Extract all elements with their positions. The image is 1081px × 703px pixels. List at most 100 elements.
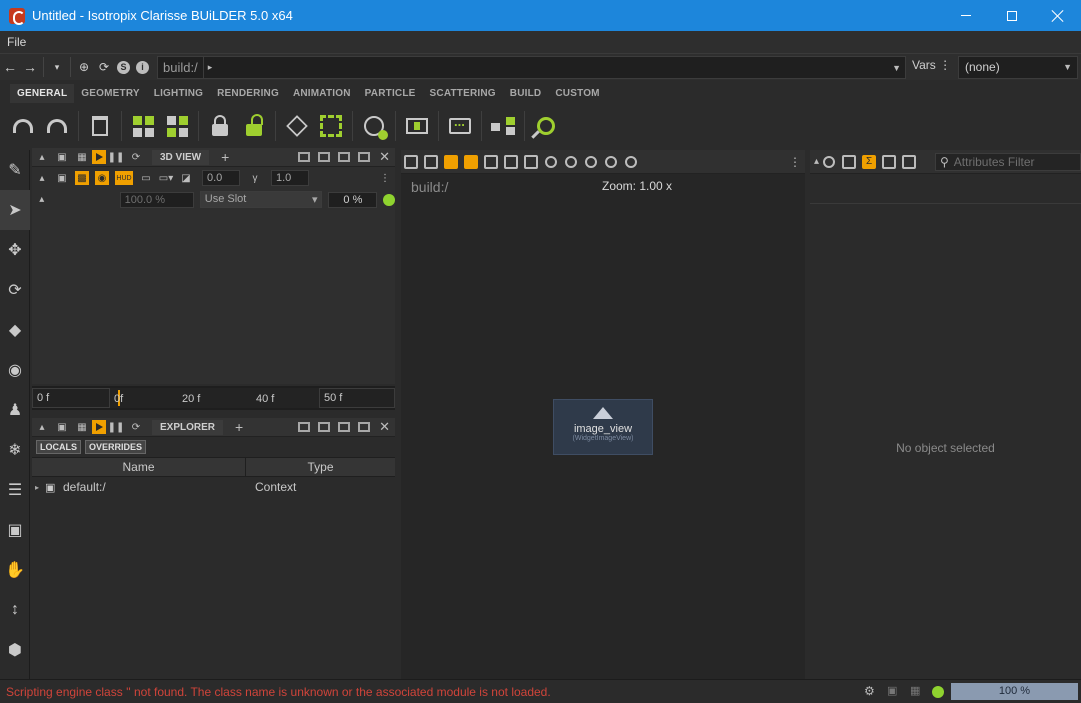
pin-icon[interactable]: ▴ — [814, 156, 819, 167]
layout-icon[interactable]: ▦ — [75, 420, 89, 434]
home-target-icon[interactable] — [585, 155, 597, 168]
add-tab-icon[interactable]: + — [221, 149, 229, 165]
close-button[interactable] — [1035, 0, 1081, 31]
expand-arrow-icon[interactable]: ▸ — [35, 483, 45, 492]
move-tool-icon[interactable]: ✥ — [0, 230, 30, 270]
locals-toggle[interactable]: LOCALS — [36, 440, 81, 454]
ratio-icon[interactable] — [464, 154, 478, 169]
lock-icon[interactable]: ▣ — [55, 420, 69, 434]
eye-icon[interactable]: ◉ — [95, 171, 109, 185]
node-graph-button[interactable] — [486, 109, 520, 143]
menu-file[interactable]: File — [0, 35, 33, 49]
stamp-tool-icon[interactable]: ♟ — [0, 390, 30, 430]
zoom-in-icon[interactable] — [605, 155, 617, 168]
refresh-icon[interactable]: ⟳ — [94, 57, 114, 77]
ungroup-button[interactable] — [160, 109, 194, 143]
column-type[interactable]: Type — [246, 458, 395, 476]
home-target-icon[interactable]: ⊕ — [74, 57, 94, 77]
gamma-field[interactable]: 1.0 — [271, 170, 309, 186]
forward-arrow-icon[interactable]: → — [20, 57, 40, 77]
tab-custom[interactable]: CUSTOM — [548, 84, 606, 103]
pin-icon[interactable]: ▴ — [35, 420, 49, 434]
back-arrow-icon[interactable]: ← — [0, 57, 20, 77]
fit-icon[interactable] — [484, 154, 498, 169]
orbit-tool-icon[interactable]: ◉ — [0, 350, 30, 390]
slot-select[interactable]: Use Slot ▾ — [199, 191, 323, 208]
undo-view-icon[interactable] — [565, 155, 577, 168]
rgb-icon[interactable] — [444, 154, 458, 169]
close-panel-icon[interactable]: ✕ — [379, 149, 390, 165]
tab-build[interactable]: BUILD — [503, 84, 549, 103]
sigma-icon[interactable]: Σ — [862, 154, 877, 169]
path-field[interactable]: build:/ ▸ ▼ — [157, 56, 906, 79]
vars-button[interactable]: Vars ⋮ — [912, 58, 951, 72]
more-icon[interactable]: ⋮ — [789, 155, 801, 169]
pin-icon[interactable]: ▴ — [35, 193, 49, 207]
column-name[interactable]: Name — [32, 458, 246, 476]
rotate-tool-icon[interactable]: ⟳ — [0, 270, 30, 310]
checker-icon[interactable]: ▩ — [75, 171, 89, 185]
hand-tool-icon[interactable]: ✋ — [0, 550, 30, 590]
attribute-filter-input[interactable]: ⚲ Attributes Filter — [935, 152, 1081, 171]
hsplit-icon[interactable] — [318, 152, 331, 162]
export-button[interactable] — [400, 109, 434, 143]
info-icon[interactable]: i — [136, 60, 149, 74]
viewer-canvas[interactable]: build:/ Zoom: 1.00 x image_view (WidgetI… — [401, 174, 805, 679]
view3d-tab[interactable]: 3D VIEW — [152, 149, 210, 165]
exposure-field[interactable]: 0.0 — [202, 170, 240, 186]
hsplit-icon[interactable] — [318, 422, 331, 432]
sparkle-icon[interactable] — [524, 154, 538, 169]
list-icon[interactable] — [882, 154, 897, 169]
vars-select[interactable]: (none) ▼ — [958, 56, 1078, 79]
save-icon[interactable]: ▣ — [887, 684, 897, 697]
comment-button[interactable] — [443, 109, 477, 143]
exposure-icon[interactable]: ◪ — [179, 171, 193, 185]
chevron-down-icon[interactable]: ▼ — [892, 63, 901, 73]
save-icon[interactable]: ▣ — [55, 171, 69, 185]
bubble-icon[interactable] — [823, 155, 836, 168]
group-button[interactable] — [126, 109, 160, 143]
frame-icon[interactable] — [504, 154, 518, 169]
table-row[interactable]: ▸ ▣ default:/ Context — [32, 477, 395, 497]
rotate-icon[interactable] — [545, 155, 557, 168]
resolution-field[interactable]: 100.0 % — [119, 191, 194, 208]
tab-lighting[interactable]: LIGHTING — [147, 84, 210, 103]
tab-particle[interactable]: PARTICLE — [358, 84, 423, 103]
vsplit-icon[interactable] — [338, 152, 351, 162]
image-view-widget[interactable]: image_view (WidgetImageView) — [553, 399, 653, 455]
explorer-tab[interactable]: EXPLORER — [152, 419, 224, 435]
delete-button[interactable] — [83, 109, 117, 143]
tab-rendering[interactable]: RENDERING — [210, 84, 286, 103]
play-icon[interactable] — [92, 150, 106, 164]
grid-layout-icon[interactable] — [298, 422, 311, 432]
play-icon[interactable] — [92, 420, 106, 434]
timeline-start[interactable]: 0 f — [32, 388, 110, 408]
paint-tool-icon[interactable]: ❄ — [0, 430, 30, 470]
filter-list-icon[interactable] — [902, 154, 917, 169]
redo-button[interactable] — [40, 109, 74, 143]
search-refresh-button[interactable] — [529, 109, 563, 143]
hexagon-tool-icon[interactable]: ⬢ — [0, 630, 30, 670]
pause-icon[interactable]: ❚❚ — [108, 420, 125, 434]
overrides-toggle[interactable]: OVERRIDES — [85, 440, 147, 454]
camera-frame-icon[interactable]: ▣ — [0, 510, 30, 550]
tab-animation[interactable]: ANIMATION — [286, 84, 358, 103]
script-s-icon[interactable]: S — [117, 60, 130, 74]
lock-button[interactable] — [203, 109, 237, 143]
tab-scattering[interactable]: SCATTERING — [423, 84, 503, 103]
grid-layout-icon[interactable] — [298, 152, 311, 162]
frame-selection-button[interactable] — [314, 109, 348, 143]
brush-tool-icon[interactable]: ☰ — [0, 470, 30, 510]
timeline-ruler[interactable]: 0f 20 f 40 f — [110, 388, 319, 408]
refresh-icon[interactable]: ⟳ — [129, 150, 143, 164]
minimize-button[interactable] — [943, 0, 989, 31]
hud-icon[interactable]: HUD — [115, 171, 133, 185]
unlock-button[interactable] — [237, 109, 271, 143]
more-icon[interactable]: ⋮ — [378, 171, 392, 185]
pause-icon[interactable]: ❚❚ — [108, 150, 125, 164]
maximize-panel-icon[interactable] — [358, 152, 371, 162]
pin-icon[interactable]: ▴ — [35, 150, 49, 164]
log-icon[interactable]: ▦ — [910, 684, 920, 697]
undo-button[interactable] — [6, 109, 40, 143]
maximize-button[interactable] — [989, 0, 1035, 31]
